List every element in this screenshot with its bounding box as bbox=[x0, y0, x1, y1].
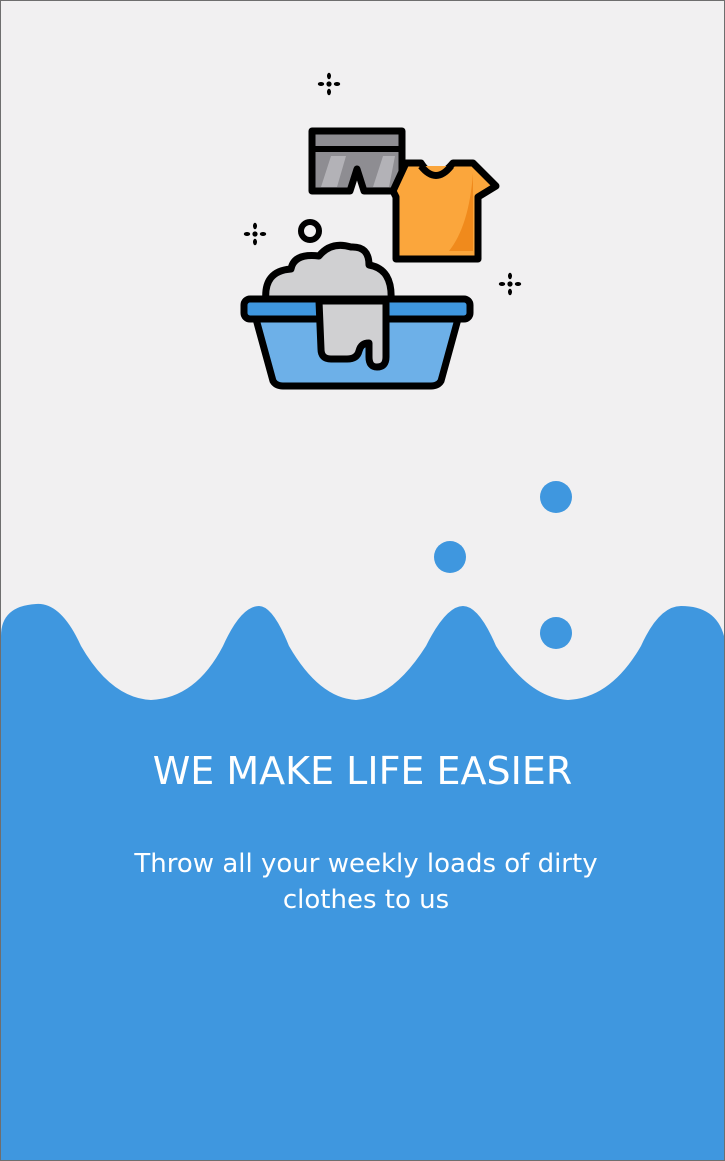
onboarding-screen: WE MAKE LIFE EASIER Throw all your weekl… bbox=[0, 0, 725, 1161]
onboarding-title: WE MAKE LIFE EASIER bbox=[152, 749, 573, 793]
foam-icon bbox=[262, 241, 395, 305]
shorts-icon bbox=[308, 127, 406, 195]
bubble-decoration bbox=[434, 541, 466, 573]
sparkle-icon bbox=[243, 222, 267, 246]
cloth-icon bbox=[315, 297, 390, 371]
tshirt-icon bbox=[389, 159, 500, 263]
bubble-icon bbox=[298, 219, 322, 243]
onboarding-subtitle: Throw all your weekly loads of dirty clo… bbox=[134, 849, 598, 915]
sparkle-icon bbox=[317, 72, 341, 96]
laundry-basin-icon bbox=[240, 72, 522, 390]
sparkle-icon bbox=[498, 272, 522, 296]
bubble-decoration bbox=[540, 481, 572, 513]
